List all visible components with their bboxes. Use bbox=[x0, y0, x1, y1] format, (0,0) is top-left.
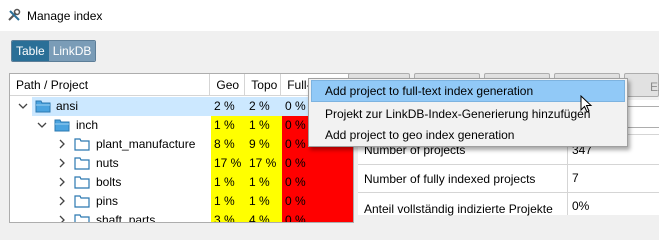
topo-percent: 2 % bbox=[246, 97, 282, 116]
window-title: Manage index bbox=[27, 9, 103, 23]
mouse-cursor-icon bbox=[580, 95, 593, 113]
stat-row: Anteil vollständig indizierte Projekte 0… bbox=[358, 192, 659, 216]
geo-percent: 1 % bbox=[211, 173, 246, 192]
column-header-geo[interactable]: Geo bbox=[210, 74, 246, 96]
topo-percent: 1 % bbox=[246, 173, 282, 192]
stat-row: Number of fully indexed projects 7 bbox=[358, 164, 659, 192]
topo-percent: 9 % bbox=[246, 135, 282, 154]
tree-row[interactable]: nuts 17 % 17 % 0 % bbox=[10, 154, 353, 173]
topo-percent: 1 % bbox=[246, 116, 282, 135]
tree-row[interactable]: plant_manufacture 8 % 9 % 0 % bbox=[10, 135, 353, 154]
column-header-path[interactable]: Path / Project bbox=[10, 74, 211, 96]
folder-icon bbox=[74, 138, 90, 151]
title-bar: Manage index bbox=[0, 0, 659, 31]
menu-item-add-geo[interactable]: Add project to geo index generation bbox=[311, 124, 625, 146]
tree-row-label: shaft_parts bbox=[96, 213, 156, 223]
tree-row[interactable]: ansi 2 % 2 % 0 % bbox=[10, 97, 353, 116]
tree-row[interactable]: shaft_parts 3 % 4 % 0 % bbox=[10, 211, 353, 223]
folder-icon bbox=[74, 214, 90, 222]
menu-item-add-fulltext[interactable]: Add project to full-text index generatio… bbox=[311, 80, 625, 102]
folder-icon bbox=[74, 195, 90, 208]
stat-label: Anteil vollständig indizierte Projekte bbox=[364, 202, 553, 216]
tree-cell-path: shaft_parts bbox=[10, 211, 211, 223]
tree-row-label: inch bbox=[76, 118, 99, 132]
toggle-linkdb-button[interactable]: LinkDB bbox=[48, 41, 96, 61]
fulltext-percent: 0 % bbox=[282, 192, 353, 211]
topo-percent: 4 % bbox=[246, 211, 282, 222]
chevron-down-icon[interactable] bbox=[37, 120, 47, 130]
chevron-right-icon[interactable] bbox=[57, 139, 67, 149]
tree-cell-path: bolts bbox=[10, 173, 211, 192]
tree-row-label: bolts bbox=[96, 175, 122, 189]
chevron-right-icon[interactable] bbox=[57, 215, 67, 223]
stat-value: 7 bbox=[572, 171, 579, 185]
tree-row-label: pins bbox=[96, 194, 119, 208]
column-header-topo[interactable]: Topo bbox=[245, 74, 282, 96]
tree-cell-path: nuts bbox=[10, 154, 211, 173]
tree-cell-path: plant_manufacture bbox=[10, 135, 211, 154]
geo-percent: 17 % bbox=[211, 154, 246, 173]
folder-icon bbox=[74, 176, 90, 189]
tree-row[interactable]: pins 1 % 1 % 0 % bbox=[10, 192, 353, 211]
project-tree-table: Path / Project Geo Topo Full- ansi 2 % 2… bbox=[9, 73, 354, 223]
tree-row-label: plant_manufacture bbox=[96, 137, 196, 151]
geo-percent: 1 % bbox=[211, 192, 246, 211]
tree-row-label: nuts bbox=[96, 156, 119, 170]
tree-cell-path: pins bbox=[10, 192, 211, 211]
stat-label: Number of fully indexed projects bbox=[364, 172, 536, 186]
geo-percent: 3 % bbox=[211, 211, 246, 222]
tree-cell-path: ansi bbox=[10, 97, 211, 116]
geo-percent: 2 % bbox=[211, 97, 246, 116]
chevron-down-icon[interactable] bbox=[18, 101, 28, 111]
stat-value: 0% bbox=[572, 199, 590, 213]
menu-item-add-linkdb[interactable]: Projekt zur LinkDB-Index-Generierung hin… bbox=[311, 103, 625, 125]
fulltext-percent: 0 % bbox=[282, 154, 353, 173]
geo-percent: 1 % bbox=[211, 116, 246, 135]
chevron-right-icon[interactable] bbox=[57, 177, 67, 187]
toggle-table-button[interactable]: Table bbox=[12, 41, 49, 61]
chevron-right-icon[interactable] bbox=[57, 158, 67, 168]
chevron-right-icon[interactable] bbox=[57, 196, 67, 206]
folder-open-icon bbox=[54, 119, 70, 132]
toolbar-button-ex-label: Ex bbox=[650, 80, 659, 94]
folder-open-icon bbox=[35, 100, 51, 113]
folder-icon bbox=[74, 157, 90, 170]
tree-row[interactable]: bolts 1 % 1 % 0 % bbox=[10, 173, 353, 192]
fulltext-percent: 0 % bbox=[282, 173, 353, 192]
geo-percent: 8 % bbox=[211, 135, 246, 154]
fulltext-percent: 0 % bbox=[282, 211, 353, 222]
tree-cell-path: inch bbox=[10, 116, 211, 135]
tree-row[interactable]: inch 1 % 1 % 0 % bbox=[10, 116, 353, 135]
view-toggle: Table LinkDB bbox=[11, 40, 97, 62]
tree-row-label: ansi bbox=[56, 99, 79, 113]
topo-percent: 17 % bbox=[246, 154, 282, 173]
topo-percent: 1 % bbox=[246, 192, 282, 211]
tree-header: Path / Project Geo Topo Full- bbox=[10, 74, 353, 96]
tools-icon bbox=[8, 8, 21, 21]
